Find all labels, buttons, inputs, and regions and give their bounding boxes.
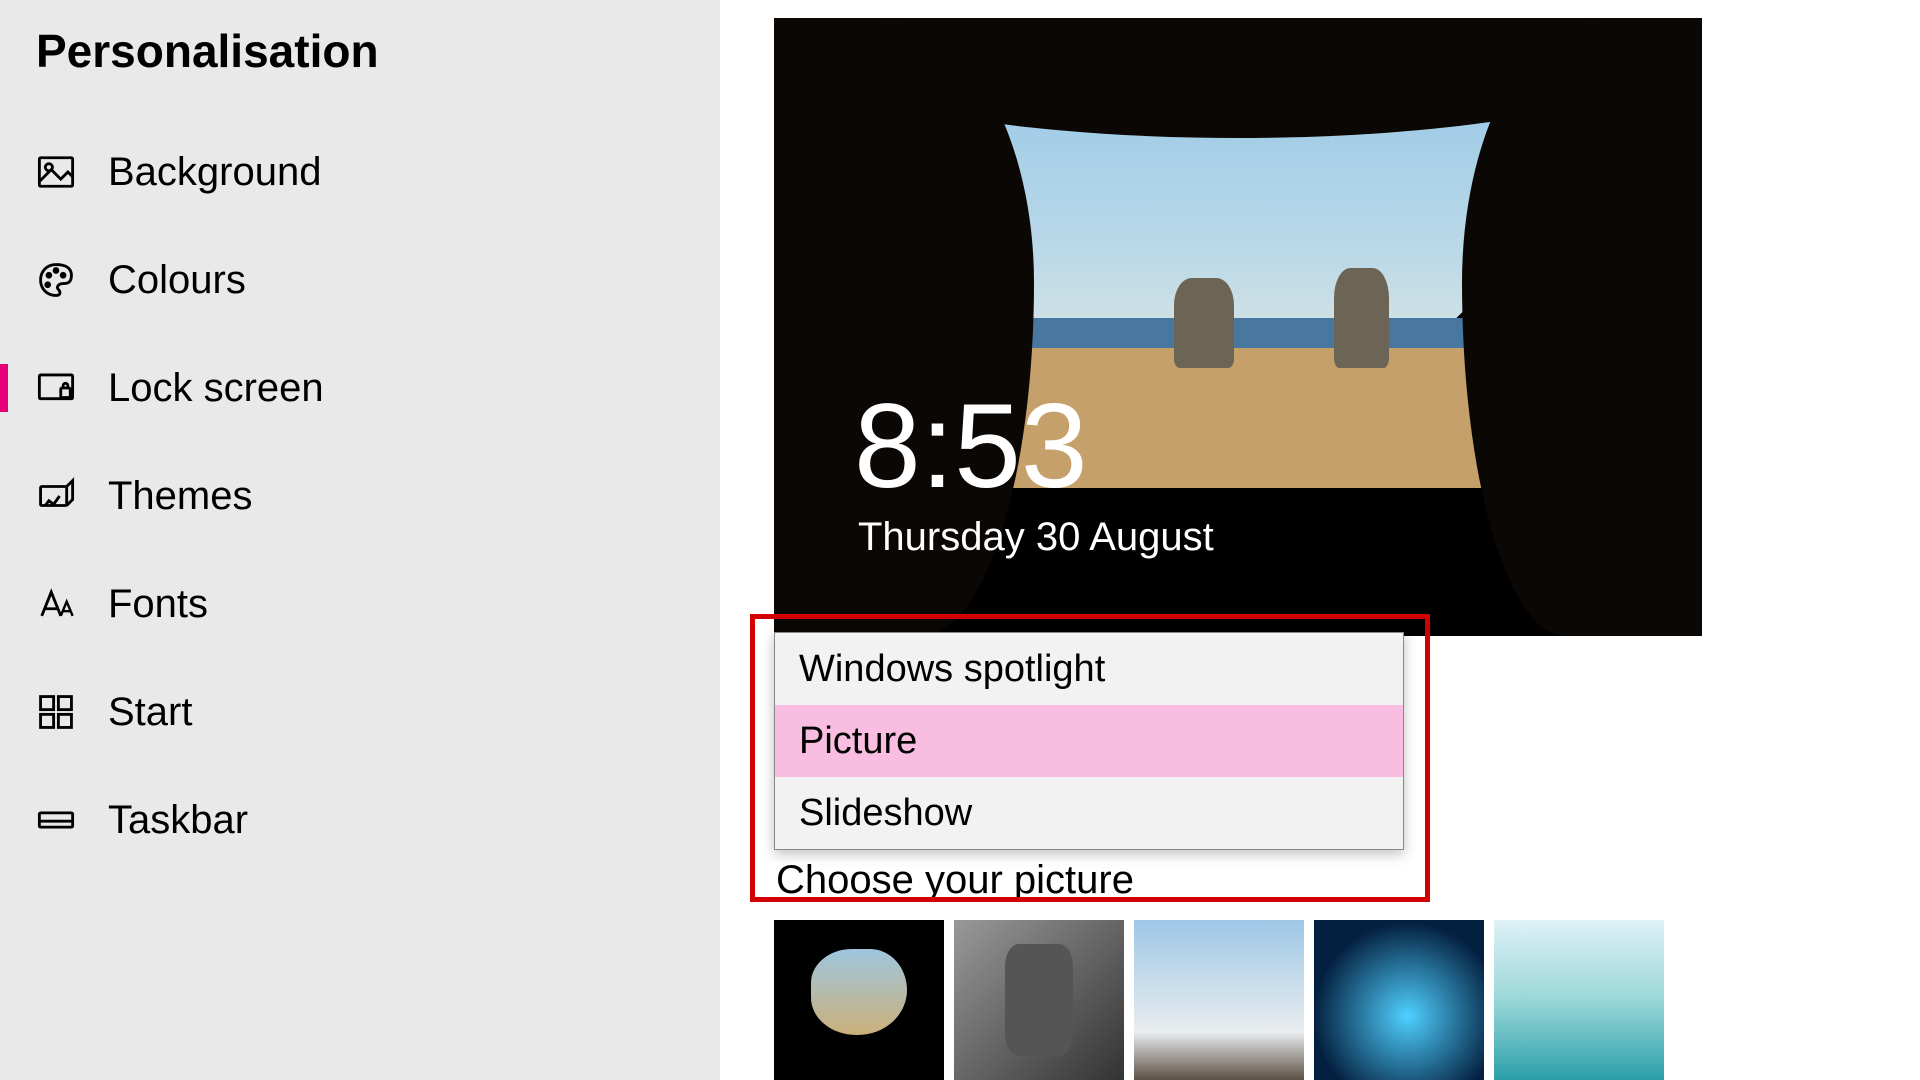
main-content: 8:53 Thursday 30 August Windows spotligh… [720,0,1920,1080]
preview-date: Thursday 30 August [858,515,1214,560]
sidebar-item-label: Colours [108,258,246,303]
sidebar-item-background[interactable]: Background [0,118,720,226]
themes-icon [36,476,76,516]
picture-thumbnail[interactable] [1314,920,1484,1080]
preview-time: 8:53 [854,386,1088,506]
picture-icon [36,152,76,192]
lockscreen-icon [36,368,76,408]
picture-thumbnail[interactable] [954,920,1124,1080]
sidebar-item-lockscreen[interactable]: Lock screen [0,334,720,442]
sidebar-item-label: Start [108,690,192,735]
background-type-dropdown[interactable]: Windows spotlight Picture Slideshow [774,632,1404,850]
preview-scene [1174,278,1234,368]
preview-scene [1462,18,1702,636]
picture-thumbnail[interactable] [1134,920,1304,1080]
picture-thumbnail[interactable] [774,920,944,1080]
nav-list: Background Colours Lock screen Themes Fo [0,118,720,874]
picture-thumbnail-strip [774,920,1664,1080]
fonts-icon [36,584,76,624]
dropdown-option-windows-spotlight[interactable]: Windows spotlight [775,633,1403,705]
sidebar: Personalisation Background Colours Lock … [0,0,720,1080]
dropdown-option-picture[interactable]: Picture [775,705,1403,777]
sidebar-item-label: Fonts [108,582,208,627]
picture-thumbnail[interactable] [1494,920,1664,1080]
sidebar-item-fonts[interactable]: Fonts [0,550,720,658]
sidebar-title: Personalisation [36,24,379,78]
start-icon [36,692,76,732]
sidebar-item-taskbar[interactable]: Taskbar [0,766,720,874]
sidebar-item-start[interactable]: Start [0,658,720,766]
sidebar-item-label: Background [108,150,321,195]
sidebar-item-themes[interactable]: Themes [0,442,720,550]
sidebar-item-label: Lock screen [108,366,324,411]
lockscreen-preview: 8:53 Thursday 30 August [774,18,1702,636]
dropdown-option-slideshow[interactable]: Slideshow [775,777,1403,849]
sidebar-item-label: Themes [108,474,253,519]
preview-scene [1334,268,1389,368]
choose-picture-label: Choose your picture [776,858,1134,903]
palette-icon [36,260,76,300]
sidebar-item-label: Taskbar [108,798,248,843]
sidebar-item-colours[interactable]: Colours [0,226,720,334]
taskbar-icon [36,800,76,840]
